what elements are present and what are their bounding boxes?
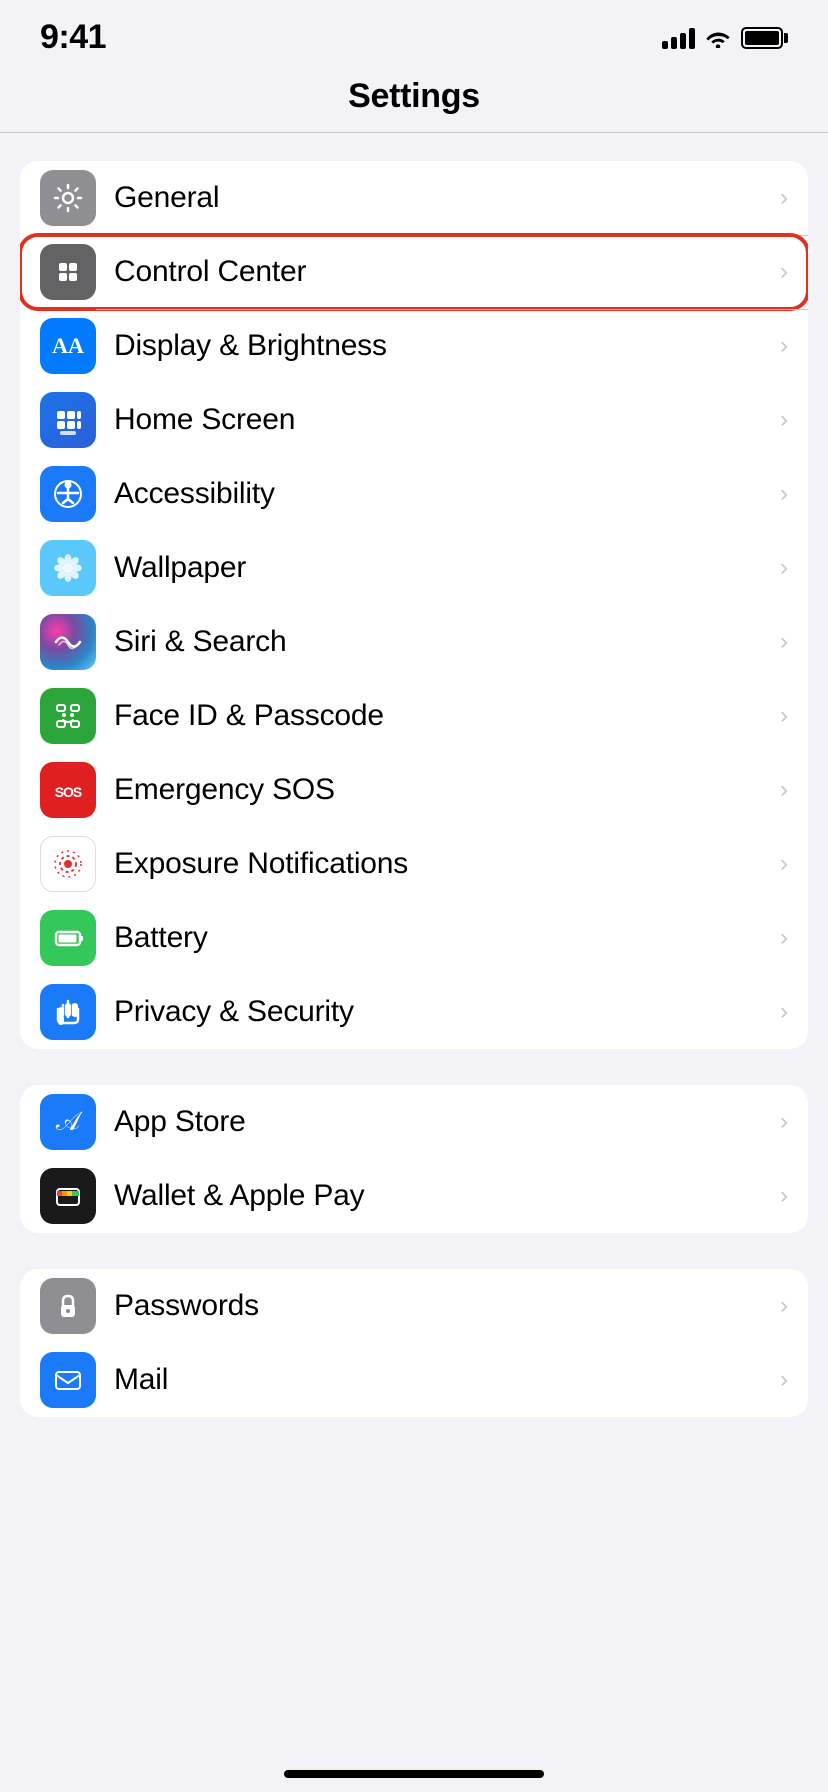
settings-row-exposure[interactable]: Exposure Notifications › xyxy=(20,827,808,901)
settings-row-siri[interactable]: Siri & Search › xyxy=(20,605,808,679)
wallpaper-label: Wallpaper xyxy=(114,551,770,585)
face-id-label: Face ID & Passcode xyxy=(114,699,770,733)
accessibility-chevron: › xyxy=(780,480,788,508)
page-title: Settings xyxy=(0,77,828,116)
status-icons xyxy=(662,27,788,49)
svg-text:𝒜: 𝒜 xyxy=(56,1106,83,1136)
privacy-label: Privacy & Security xyxy=(114,995,770,1029)
wallet-label: Wallet & Apple Pay xyxy=(114,1179,770,1213)
status-time: 9:41 xyxy=(40,18,106,57)
accessibility-icon xyxy=(40,466,96,522)
battery-settings-icon xyxy=(40,910,96,966)
nav-title-bar: Settings xyxy=(0,67,828,133)
battery-chevron: › xyxy=(780,924,788,952)
settings-row-wallpaper[interactable]: Wallpaper › xyxy=(20,531,808,605)
app-store-icon: 𝒜 xyxy=(40,1094,96,1150)
emergency-sos-label: Emergency SOS xyxy=(114,773,770,807)
wallet-chevron: › xyxy=(780,1182,788,1210)
battery-label: Battery xyxy=(114,921,770,955)
settings-row-accessibility[interactable]: Accessibility › xyxy=(20,457,808,531)
settings-row-passwords[interactable]: Passwords › xyxy=(20,1269,808,1343)
control-center-label: Control Center xyxy=(114,255,770,289)
wallet-icon xyxy=(40,1168,96,1224)
mail-label: Mail xyxy=(114,1363,770,1397)
display-chevron: › xyxy=(780,332,788,360)
display-label: Display & Brightness xyxy=(114,329,770,363)
settings-row-control-center[interactable]: Control Center › xyxy=(20,235,808,309)
settings-row-battery[interactable]: Battery › xyxy=(20,901,808,975)
svg-text:SOS: SOS xyxy=(55,784,82,800)
accessibility-label: Accessibility xyxy=(114,477,770,511)
battery-icon xyxy=(741,27,788,49)
control-center-icon xyxy=(40,244,96,300)
home-indicator xyxy=(284,1770,544,1778)
signal-icon xyxy=(662,27,695,49)
face-id-chevron: › xyxy=(780,702,788,730)
emergency-sos-chevron: › xyxy=(780,776,788,804)
settings-row-app-store[interactable]: 𝒜 App Store › xyxy=(20,1085,808,1159)
settings-group-store: 𝒜 App Store › Wallet & Apple Pay › xyxy=(20,1085,808,1233)
general-label: General xyxy=(114,181,770,215)
privacy-icon xyxy=(40,984,96,1040)
svg-text:AA: AA xyxy=(52,333,84,358)
settings-row-display[interactable]: AA Display & Brightness › xyxy=(20,309,808,383)
settings-group-system: General › Control Center › AA xyxy=(20,161,808,1049)
face-id-icon xyxy=(40,688,96,744)
siri-chevron: › xyxy=(780,628,788,656)
wallpaper-icon xyxy=(40,540,96,596)
privacy-chevron: › xyxy=(780,998,788,1026)
passwords-chevron: › xyxy=(780,1292,788,1320)
wallpaper-chevron: › xyxy=(780,554,788,582)
passwords-icon xyxy=(40,1278,96,1334)
siri-label: Siri & Search xyxy=(114,625,770,659)
settings-row-home-screen[interactable]: Home Screen › xyxy=(20,383,808,457)
home-screen-icon xyxy=(40,392,96,448)
settings-row-mail[interactable]: Mail › xyxy=(20,1343,808,1417)
general-chevron: › xyxy=(780,184,788,212)
settings-row-face-id[interactable]: Face ID & Passcode › xyxy=(20,679,808,753)
settings-row-general[interactable]: General › xyxy=(20,161,808,235)
exposure-label: Exposure Notifications xyxy=(114,847,770,881)
siri-icon xyxy=(40,614,96,670)
settings-row-emergency-sos[interactable]: SOS Emergency SOS › xyxy=(20,753,808,827)
display-icon: AA xyxy=(40,318,96,374)
mail-chevron: › xyxy=(780,1366,788,1394)
home-screen-label: Home Screen xyxy=(114,403,770,437)
settings-row-privacy[interactable]: Privacy & Security › xyxy=(20,975,808,1049)
mail-icon xyxy=(40,1352,96,1408)
general-icon xyxy=(40,170,96,226)
home-screen-chevron: › xyxy=(780,406,788,434)
app-store-label: App Store xyxy=(114,1105,770,1139)
exposure-chevron: › xyxy=(780,850,788,878)
passwords-label: Passwords xyxy=(114,1289,770,1323)
settings-group-apps: Passwords › Mail › xyxy=(20,1269,808,1417)
wifi-icon xyxy=(705,28,731,48)
settings-content: General › Control Center › AA xyxy=(0,133,828,1445)
control-center-chevron: › xyxy=(780,258,788,286)
emergency-sos-icon: SOS xyxy=(40,762,96,818)
settings-row-wallet[interactable]: Wallet & Apple Pay › xyxy=(20,1159,808,1233)
app-store-chevron: › xyxy=(780,1108,788,1136)
status-bar: 9:41 xyxy=(0,0,828,67)
exposure-icon xyxy=(40,836,96,892)
